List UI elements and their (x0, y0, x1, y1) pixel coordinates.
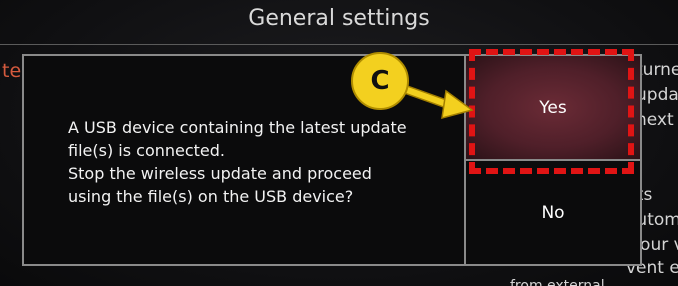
background-right-text-2: upda (636, 85, 678, 105)
yes-button-highlight-box (469, 49, 634, 174)
dialog-message: A USB device containing the latest updat… (68, 116, 468, 208)
background-right-text-1: turne (636, 60, 678, 80)
background-left-text: te (2, 60, 22, 82)
no-button[interactable]: No (466, 161, 640, 264)
background-bottom-text: from external (510, 278, 605, 286)
dialog-message-line-3: Stop the wireless update and proceed (68, 164, 372, 183)
callout-badge: C (351, 52, 409, 110)
dialog-message-line-4: using the file(s) on the USB device? (68, 187, 354, 206)
infotainment-screen: General settings te turne upda next nts … (0, 0, 678, 286)
header-divider (0, 44, 678, 45)
dialog-message-line-2: file(s) is connected. (68, 141, 226, 160)
page-title: General settings (248, 6, 430, 31)
